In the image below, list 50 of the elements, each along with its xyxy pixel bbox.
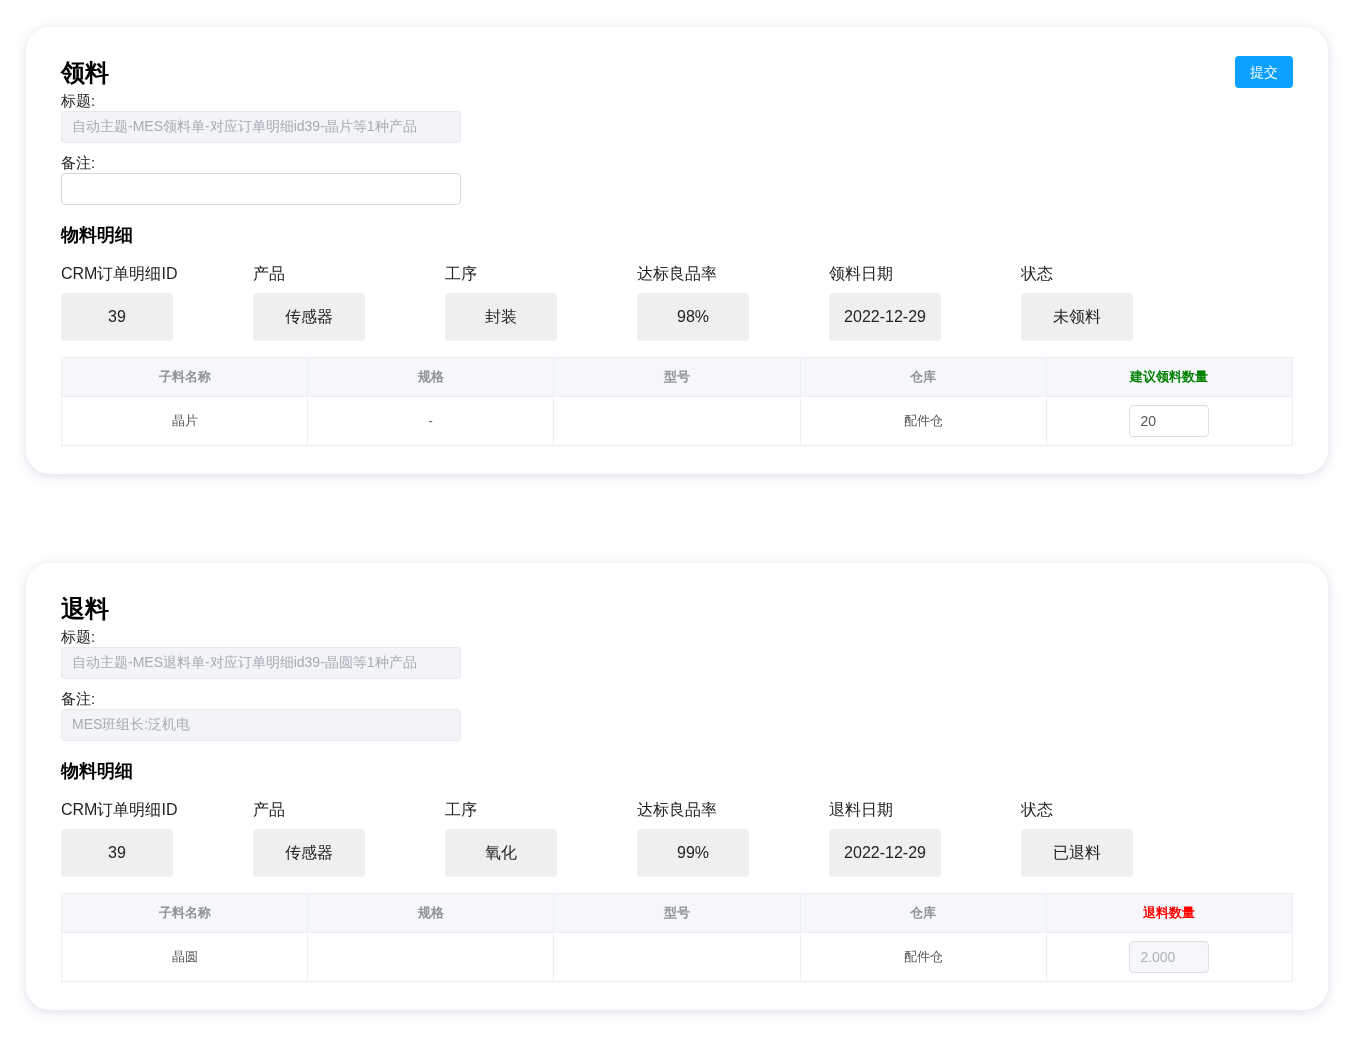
table-cell: 晶圆 <box>61 932 308 982</box>
field-label: 备注: <box>61 153 96 173</box>
field-label: 标题: <box>61 627 96 647</box>
info-label: 状态 <box>1021 800 1053 820</box>
info-label: CRM订单明细ID <box>61 264 178 284</box>
info-label: 工序 <box>445 800 477 820</box>
info-value: 未领料 <box>1021 293 1133 341</box>
column-header: 型号 <box>553 893 801 933</box>
info-value: 98% <box>637 293 749 341</box>
column-header: 型号 <box>553 357 801 397</box>
section-heading: 物料明细 <box>61 760 133 783</box>
table-cell: 配件仓 <box>800 396 1047 446</box>
column-header: 仓库 <box>800 357 1047 397</box>
info-value: 传感器 <box>253 293 365 341</box>
info-label: 产品 <box>253 264 285 284</box>
info-value: 99% <box>637 829 749 877</box>
table-cell: 配件仓 <box>800 932 1047 982</box>
column-header: 退料数量 <box>1046 893 1293 933</box>
info-label: CRM订单明细ID <box>61 800 178 820</box>
card-title: 退料 <box>61 594 109 624</box>
section-heading: 物料明细 <box>61 224 133 247</box>
info-label: 状态 <box>1021 264 1053 284</box>
info-label: 产品 <box>253 800 285 820</box>
info-value: 已退料 <box>1021 829 1133 877</box>
info-label: 达标良品率 <box>637 800 717 820</box>
column-header: 子料名称 <box>61 357 308 397</box>
info-value: 传感器 <box>253 829 365 877</box>
info-value: 封装 <box>445 293 557 341</box>
info-value: 39 <box>61 293 173 341</box>
info-label: 领料日期 <box>829 264 893 284</box>
info-label: 退料日期 <box>829 800 893 820</box>
info-value: 氧化 <box>445 829 557 877</box>
info-value: 39 <box>61 829 173 877</box>
column-header: 仓库 <box>800 893 1047 933</box>
field-label: 备注: <box>61 689 96 709</box>
table-cell: 晶片 <box>61 396 308 446</box>
table-cell: - <box>307 396 554 446</box>
column-header: 规格 <box>307 893 554 933</box>
column-header: 规格 <box>307 357 554 397</box>
info-value: 2022-12-29 <box>829 829 941 877</box>
quantity-field[interactable]: 20 <box>1129 405 1210 437</box>
info-label: 工序 <box>445 264 477 284</box>
column-header: 建议领料数量 <box>1046 357 1293 397</box>
submit-button[interactable]: 提交 <box>1235 56 1293 88</box>
text-field[interactable] <box>61 173 461 205</box>
card-title: 领料 <box>61 58 109 88</box>
info-value: 2022-12-29 <box>829 293 941 341</box>
info-label: 达标良品率 <box>637 264 717 284</box>
field-label: 标题: <box>61 91 96 111</box>
column-header: 子料名称 <box>61 893 308 933</box>
